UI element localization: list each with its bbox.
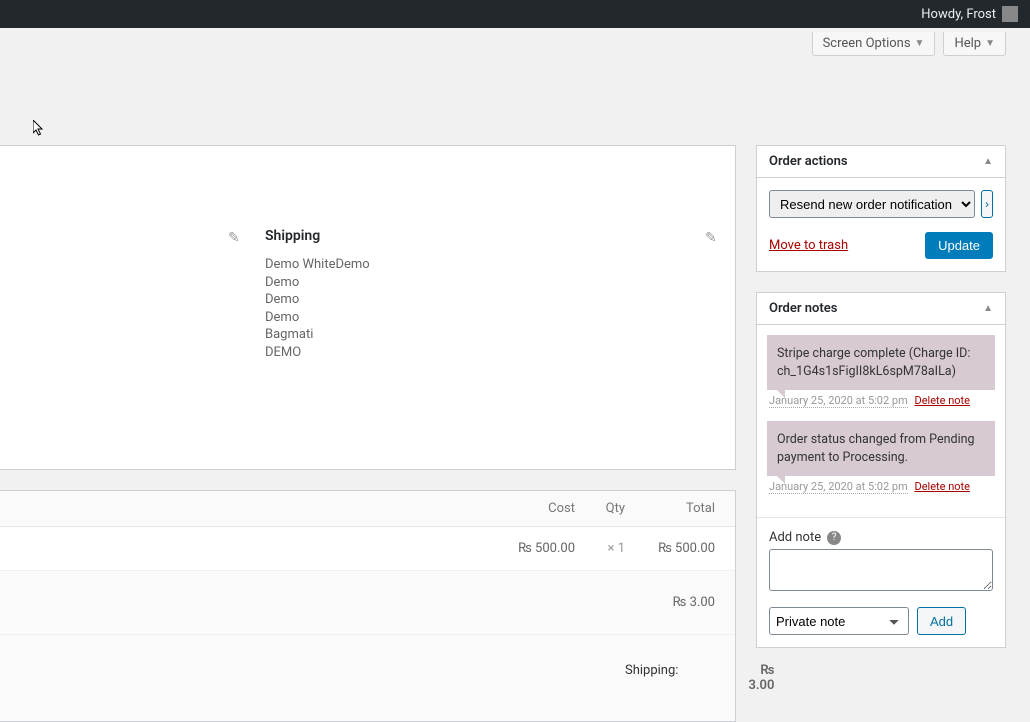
note-timestamp: January 25, 2020 at 5:02 pm: [769, 480, 908, 494]
collapse-icon[interactable]: ▲: [983, 303, 993, 314]
order-actions-body: Resend new order notification › Move to …: [757, 178, 1005, 271]
update-button[interactable]: Update: [925, 232, 993, 259]
edit-shipping-icon[interactable]: ✎: [705, 230, 717, 246]
address-line: Demo: [265, 274, 370, 292]
collapse-icon[interactable]: ▲: [983, 156, 993, 167]
shipping-fee-value: ₨ 3.00: [625, 595, 715, 610]
order-note: Stripe charge complete (Charge ID: ch_1G…: [767, 335, 995, 390]
main-content: ✎ ✎ Shipping Demo WhiteDemo Demo Demo De…: [0, 145, 1006, 722]
delete-note-link[interactable]: Delete note: [914, 480, 970, 493]
admin-bar: Howdy, Frost: [0, 0, 1030, 28]
edit-billing-icon[interactable]: ✎: [228, 230, 240, 246]
add-note-section: Add note ? Private note Add: [757, 517, 1005, 647]
cell-cost: ₨ 500.00: [455, 541, 575, 556]
order-notes-title: Order notes: [769, 301, 837, 316]
greeting-text[interactable]: Howdy, Frost: [921, 7, 996, 22]
add-note-textarea[interactable]: [769, 549, 993, 591]
delete-note-link[interactable]: Delete note: [914, 394, 970, 407]
top-tabs: Screen Options ▼ Help ▼: [0, 28, 1030, 56]
shipping-address-block: Shipping Demo WhiteDemo Demo Demo Demo B…: [265, 228, 370, 361]
move-to-trash-link[interactable]: Move to trash: [769, 238, 848, 253]
order-actions-title: Order actions: [769, 154, 848, 169]
order-actions-header[interactable]: Order actions ▲: [757, 146, 1005, 178]
user-avatar[interactable]: [1002, 6, 1018, 22]
totals-label: Shipping:: [625, 663, 678, 693]
order-items-panel: Cost Qty Total ₨ 500.00 × 1 ₨ 500.00 ₨ 3…: [0, 490, 736, 722]
note-meta: January 25, 2020 at 5:02 pm Delete note: [767, 480, 995, 493]
order-notes-list: Stripe charge complete (Charge ID: ch_1G…: [757, 325, 1005, 517]
chevron-right-icon: ›: [985, 197, 989, 211]
order-notes-panel: Order notes ▲ Stripe charge complete (Ch…: [756, 292, 1006, 648]
note-type-row: Private note Add: [769, 607, 993, 635]
action-footer: Move to trash Update: [769, 232, 993, 259]
header-qty: Qty: [575, 501, 625, 516]
screen-options-button[interactable]: Screen Options ▼: [812, 32, 936, 56]
header-cost: Cost: [455, 501, 575, 516]
chevron-down-icon: ▼: [985, 38, 995, 49]
totals-row: Shipping: ₨ 3.00: [0, 635, 735, 721]
cell-total: ₨ 500.00: [625, 541, 715, 556]
header-total: Total: [625, 501, 715, 516]
items-table-header: Cost Qty Total: [0, 491, 735, 527]
left-column: ✎ ✎ Shipping Demo WhiteDemo Demo Demo De…: [0, 145, 736, 722]
apply-action-button[interactable]: ›: [981, 190, 993, 218]
add-note-label-row: Add note ?: [769, 530, 993, 545]
note-meta: January 25, 2020 at 5:02 pm Delete note: [767, 394, 995, 407]
chevron-down-icon: ▼: [915, 38, 925, 49]
address-line: DEMO: [265, 344, 370, 362]
order-actions-panel: Order actions ▲ Resend new order notific…: [756, 145, 1006, 272]
help-icon[interactable]: ?: [827, 531, 841, 545]
address-line: Demo: [265, 291, 370, 309]
shipping-fee-row: ₨ 3.00: [0, 571, 735, 635]
right-column: Order actions ▲ Resend new order notific…: [756, 145, 1006, 722]
address-line: Demo: [265, 309, 370, 327]
order-note: Order status changed from Pending paymen…: [767, 421, 995, 476]
order-action-select[interactable]: Resend new order notification: [769, 190, 975, 218]
cell-qty: × 1: [575, 541, 625, 556]
help-button[interactable]: Help ▼: [943, 32, 1006, 56]
cursor-icon: [33, 120, 45, 138]
order-notes-header[interactable]: Order notes ▲: [757, 293, 1005, 325]
add-note-button[interactable]: Add: [917, 607, 966, 635]
add-note-label: Add note: [769, 530, 821, 545]
address-line: Bagmati: [265, 326, 370, 344]
address-line: Demo WhiteDemo: [265, 256, 370, 274]
note-type-select[interactable]: Private note: [769, 607, 909, 635]
action-select-row: Resend new order notification ›: [769, 190, 993, 218]
shipping-panel: ✎ ✎ Shipping Demo WhiteDemo Demo Demo De…: [0, 145, 736, 470]
screen-options-label: Screen Options: [823, 36, 911, 51]
table-row: ₨ 500.00 × 1 ₨ 500.00: [0, 527, 735, 571]
shipping-heading: Shipping: [265, 228, 370, 244]
help-label: Help: [954, 36, 981, 51]
note-timestamp: January 25, 2020 at 5:02 pm: [769, 394, 908, 408]
